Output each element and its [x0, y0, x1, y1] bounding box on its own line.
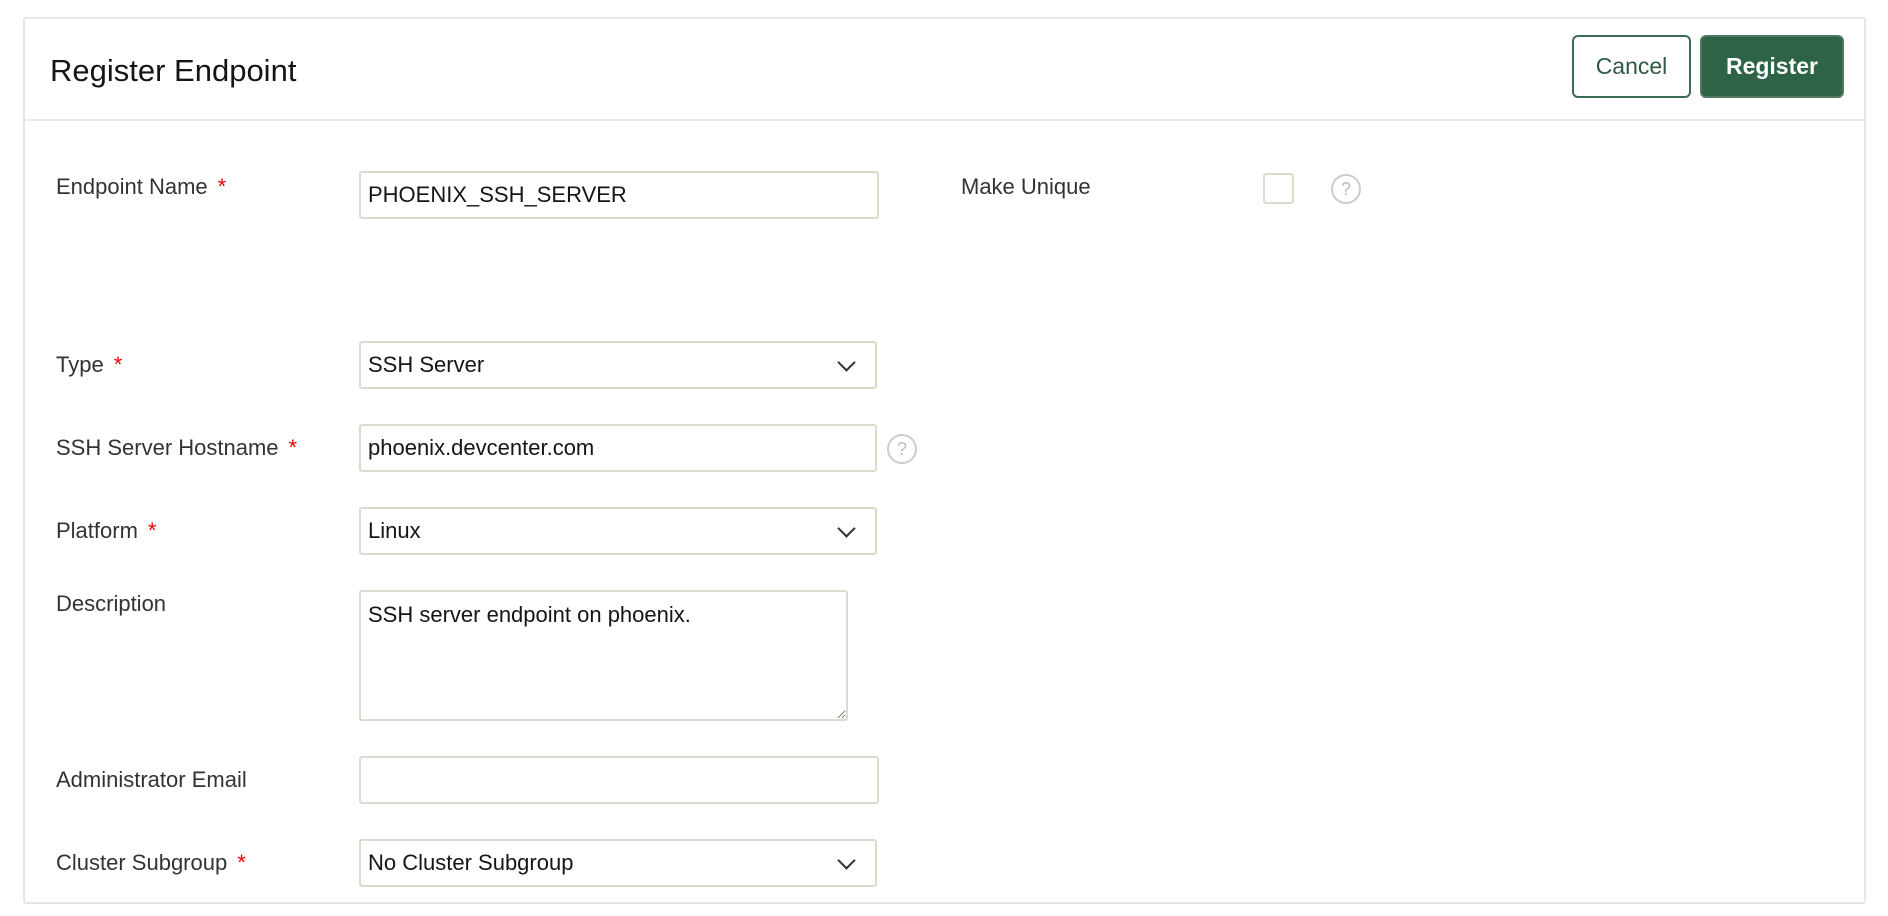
cluster-subgroup-label: Cluster Subgroup * — [56, 839, 246, 887]
type-value: SSH Server — [368, 352, 484, 378]
chevron-down-icon — [837, 851, 855, 869]
required-marker: * — [289, 435, 298, 460]
required-marker: * — [237, 850, 246, 875]
label-text: SSH Server Hostname — [56, 435, 279, 460]
make-unique-label: Make Unique — [961, 174, 1091, 200]
register-button[interactable]: Register — [1700, 35, 1844, 98]
cancel-button[interactable]: Cancel — [1572, 35, 1691, 98]
label-text: Cluster Subgroup — [56, 850, 227, 875]
cluster-subgroup-select[interactable]: No Cluster Subgroup — [359, 839, 877, 887]
make-unique-checkbox[interactable] — [1263, 173, 1294, 204]
label-text: Endpoint Name — [56, 174, 208, 199]
hostname-input[interactable]: phoenix.devcenter.com — [359, 424, 877, 472]
description-label: Description — [56, 580, 166, 628]
type-select[interactable]: SSH Server — [359, 341, 877, 389]
platform-select[interactable]: Linux — [359, 507, 877, 555]
chevron-down-icon — [837, 519, 855, 537]
required-marker: * — [218, 174, 227, 199]
description-textarea[interactable]: SSH server endpoint on phoenix. — [359, 590, 848, 721]
chevron-down-icon — [837, 353, 855, 371]
panel-header: Register Endpoint Cancel Register — [25, 19, 1864, 121]
help-icon[interactable]: ? — [1331, 174, 1361, 204]
admin-email-label: Administrator Email — [56, 756, 247, 804]
label-text: Type — [56, 352, 104, 377]
endpoint-name-input[interactable]: PHOENIX_SSH_SERVER — [359, 171, 879, 219]
register-endpoint-panel: Register Endpoint Cancel Register — [23, 17, 1866, 904]
admin-email-input[interactable] — [359, 756, 879, 804]
label-text: Platform — [56, 518, 138, 543]
required-marker: * — [114, 352, 123, 377]
hostname-label: SSH Server Hostname * — [56, 424, 297, 472]
endpoint-name-label: Endpoint Name * — [56, 174, 226, 200]
help-icon[interactable]: ? — [887, 434, 917, 464]
required-marker: * — [148, 518, 157, 543]
platform-label: Platform * — [56, 507, 156, 555]
cluster-subgroup-value: No Cluster Subgroup — [368, 850, 573, 876]
page-title: Register Endpoint — [50, 53, 296, 89]
type-label: Type * — [56, 341, 122, 389]
platform-value: Linux — [368, 518, 421, 544]
